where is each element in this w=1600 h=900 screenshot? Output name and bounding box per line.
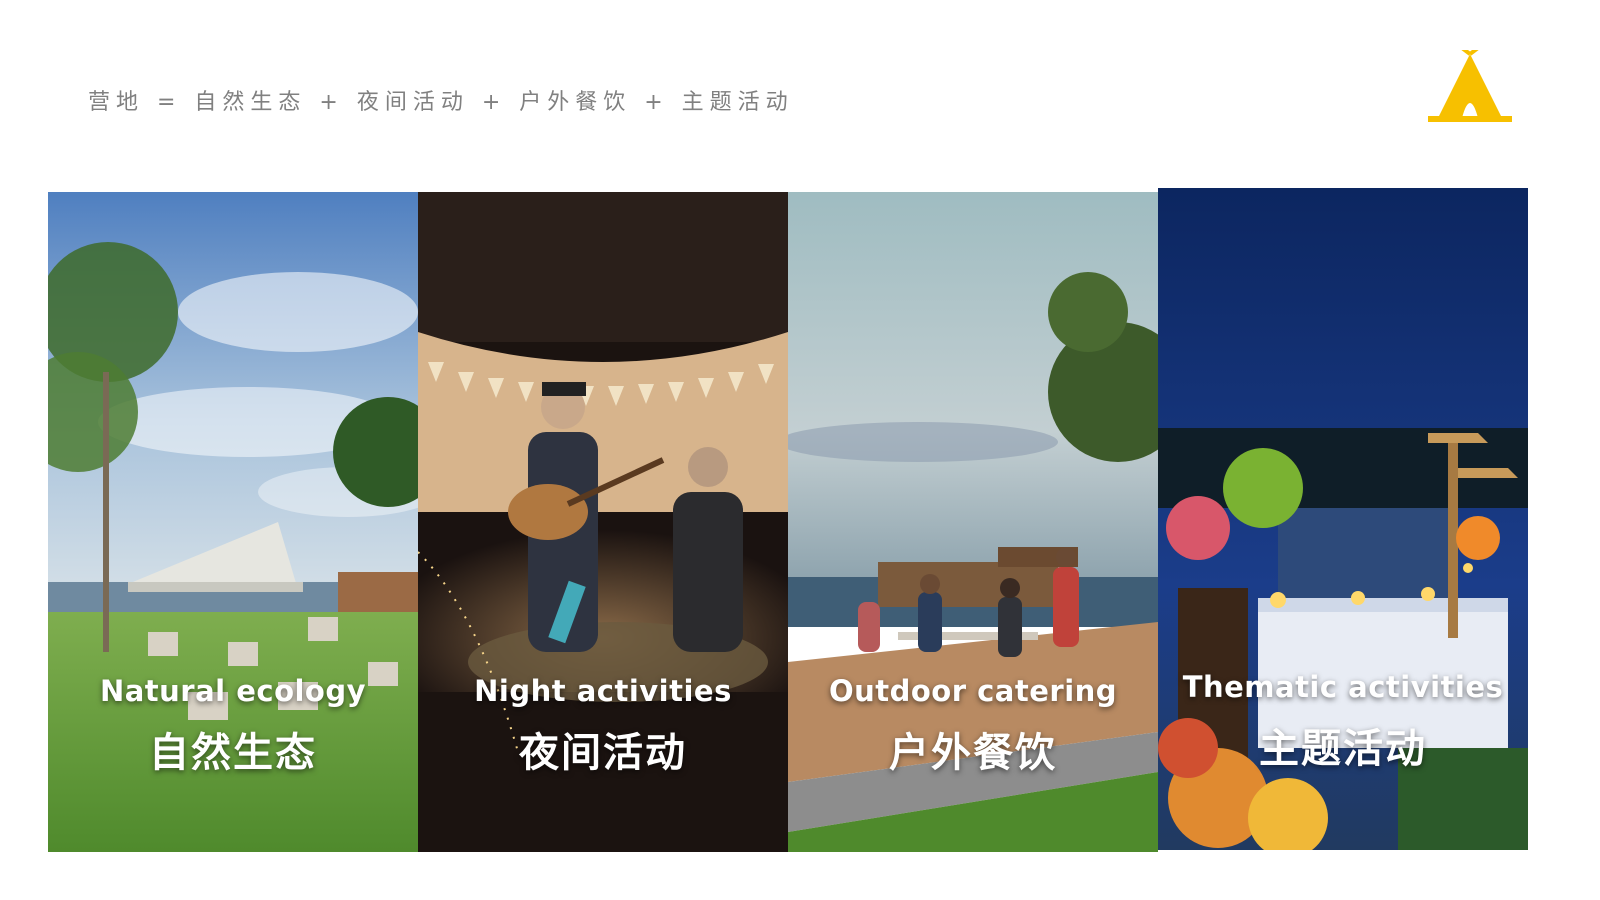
panel-night-activities: Night activities 夜间活动 [418, 192, 788, 852]
caption-zh: 夜间活动 [519, 730, 687, 776]
caption-en: Outdoor catering [828, 674, 1118, 708]
caption-en: Natural ecology [99, 674, 367, 708]
tent-icon [1428, 50, 1512, 122]
panel-natural-ecology: Natural ecology 自然生态 [48, 192, 418, 852]
caption-zh: 主题活动 [1259, 726, 1427, 772]
page-title: 营地 = 自然生态 + 夜间活动 + 户外餐饮 + 主题活动 [88, 90, 794, 115]
caption-en: Thematic activities [1182, 670, 1504, 704]
thematic-activities-caption: Thematic activities 主题活动 [1158, 670, 1528, 774]
night-activities-caption: Night activities 夜间活动 [418, 674, 788, 778]
natural-ecology-caption: Natural ecology 自然生态 [48, 674, 418, 778]
panel-outdoor-catering: Outdoor catering 户外餐饮 [788, 192, 1158, 852]
caption-zh: 自然生态 [149, 730, 317, 776]
caption-en: Night activities [474, 674, 732, 708]
outdoor-catering-caption: Outdoor catering 户外餐饮 [788, 674, 1158, 778]
caption-zh: 户外餐饮 [889, 730, 1057, 776]
panel-thematic-activities: Thematic activities 主题活动 [1158, 188, 1528, 850]
